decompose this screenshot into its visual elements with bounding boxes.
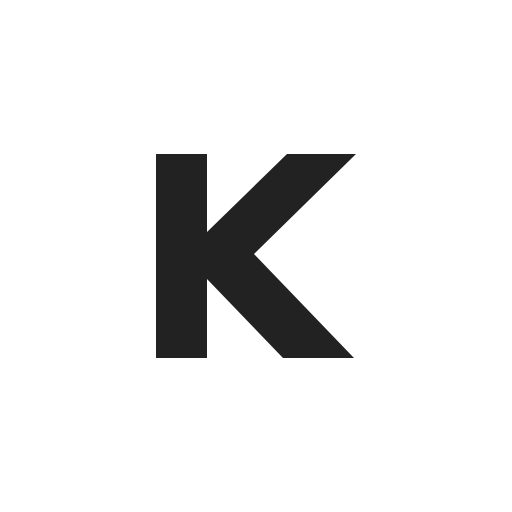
k-logo: K bbox=[156, 154, 356, 358]
k-letter-shape bbox=[156, 154, 356, 358]
logo-canvas: K bbox=[0, 0, 512, 512]
